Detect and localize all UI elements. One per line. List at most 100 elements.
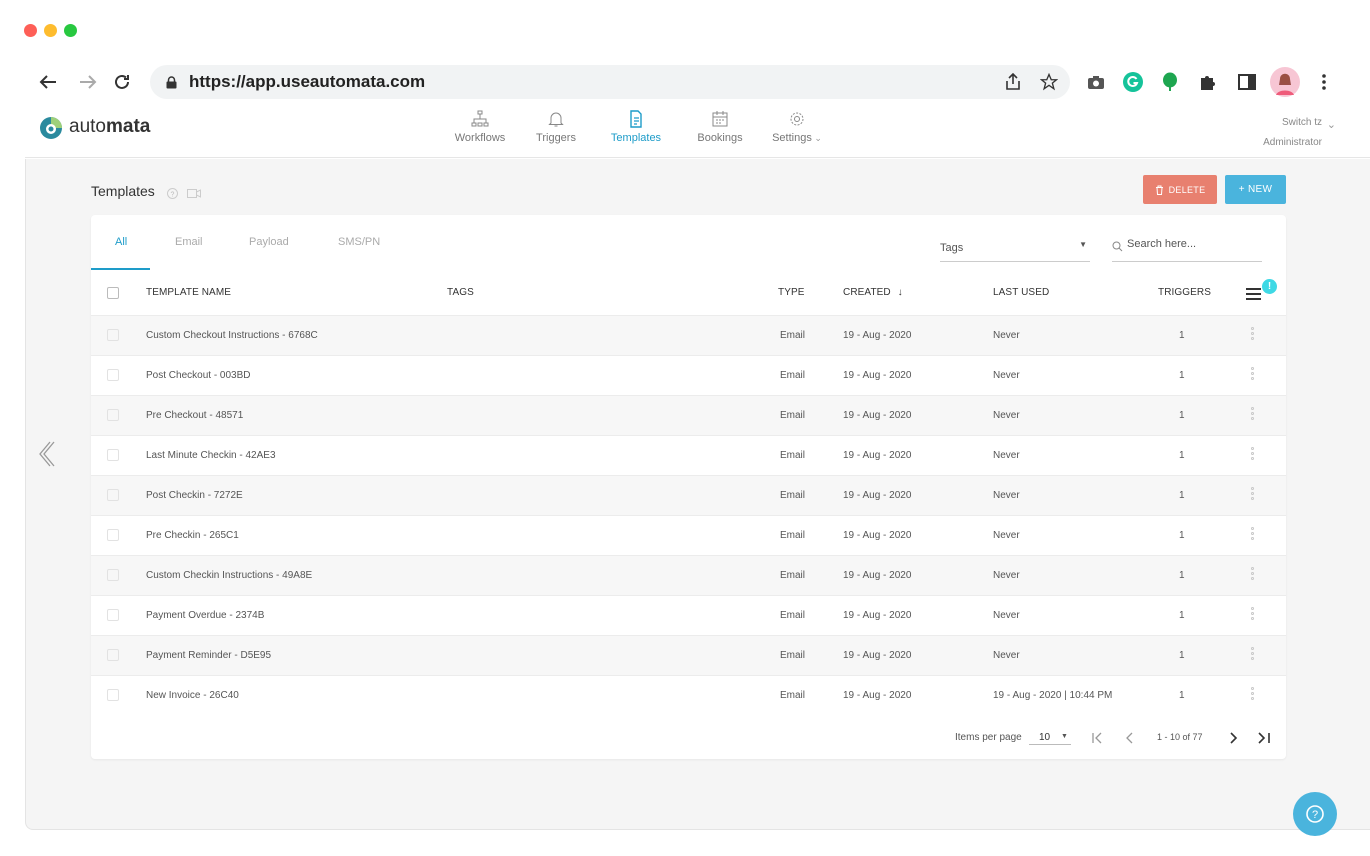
window-close-dot[interactable]	[24, 24, 37, 37]
forward-arrow-icon[interactable]	[76, 70, 100, 94]
header-type[interactable]: TYPE	[778, 287, 805, 298]
row-more-options-icon[interactable]	[1251, 527, 1255, 545]
cell-template-name[interactable]: Pre Checkin - 265C1	[146, 530, 239, 541]
row-more-options-icon[interactable]	[1251, 327, 1255, 345]
row-checkbox[interactable]	[107, 489, 119, 501]
row-checkbox[interactable]	[107, 369, 119, 381]
table-row[interactable]: Custom Checkin Instructions - 49A8E Email…	[91, 555, 1286, 595]
row-more-options-icon[interactable]	[1251, 407, 1255, 425]
page-title: Templates	[91, 183, 155, 199]
tab-payload[interactable]: Payload	[249, 236, 289, 248]
cell-template-name[interactable]: Custom Checkout Instructions - 6768C	[146, 330, 318, 341]
user-switcher[interactable]: Switch tz Administrator	[1263, 113, 1322, 153]
cell-template-name[interactable]: Custom Checkin Instructions - 49A8E	[146, 570, 312, 581]
back-arrow-icon[interactable]	[36, 70, 60, 94]
help-chat-button[interactable]: ?	[1293, 792, 1337, 836]
row-checkbox[interactable]	[107, 689, 119, 701]
user-chevron-down-icon[interactable]: ⌄	[1327, 118, 1336, 131]
header-last-used[interactable]: LAST USED	[993, 287, 1049, 298]
nav-workflows[interactable]: Workflows	[440, 104, 520, 144]
nav-settings[interactable]: Settings ⌄	[757, 104, 837, 144]
nav-bookings[interactable]: Bookings	[680, 104, 760, 144]
table-row[interactable]: Last Minute Checkin - 42AE3 Email 19 - Aug…	[91, 435, 1286, 475]
items-per-page-select[interactable]: 10 ▼	[1029, 727, 1071, 745]
nav-triggers[interactable]: Triggers	[516, 104, 596, 144]
video-camera-icon[interactable]	[187, 186, 201, 198]
table-row[interactable]: Payment Overdue - 2374B Email 19 - Aug - 2…	[91, 595, 1286, 635]
row-more-options-icon[interactable]	[1251, 567, 1255, 585]
row-checkbox[interactable]	[107, 609, 119, 621]
previous-page-icon[interactable]	[1124, 731, 1136, 744]
chrome-menu-icon[interactable]	[1314, 71, 1334, 93]
cell-template-name[interactable]: Post Checkout - 003BD	[146, 370, 251, 381]
row-more-options-icon[interactable]	[1251, 447, 1255, 465]
header-template-name[interactable]: TEMPLATE NAME	[146, 287, 231, 298]
table-row[interactable]: Pre Checkout - 48571 Email 19 - Aug - 2020…	[91, 395, 1286, 435]
document-icon	[626, 110, 646, 128]
table-row[interactable]: Post Checkout - 003BD Email 19 - Aug - 202…	[91, 355, 1286, 395]
side-panel-icon[interactable]	[1236, 71, 1258, 93]
tags-select[interactable]: Tags ▼	[940, 238, 1090, 262]
grammarly-icon[interactable]	[1122, 71, 1144, 93]
address-bar[interactable]: https://app.useautomata.com	[150, 65, 1070, 99]
new-button[interactable]: + NEW	[1225, 175, 1286, 204]
window-minimize-dot[interactable]	[44, 24, 57, 37]
row-more-options-icon[interactable]	[1251, 647, 1255, 665]
cell-template-name[interactable]: Payment Overdue - 2374B	[146, 610, 264, 621]
table-row[interactable]: Custom Checkout Instructions - 6768C Emai…	[91, 315, 1286, 355]
window-zoom-dot[interactable]	[64, 24, 77, 37]
row-checkbox[interactable]	[107, 329, 119, 341]
header-created[interactable]: CREATED ↓	[843, 287, 903, 298]
automata-logo-text[interactable]: automata	[69, 116, 150, 138]
header-triggers[interactable]: TRIGGERS	[1158, 287, 1211, 298]
tab-email[interactable]: Email	[175, 236, 203, 248]
cell-template-name[interactable]: Pre Checkout - 48571	[146, 410, 243, 421]
table-row[interactable]: Payment Reminder - D5E95 Email 19 - Aug - …	[91, 635, 1286, 675]
tab-all[interactable]: All	[115, 236, 127, 248]
row-checkbox[interactable]	[107, 569, 119, 581]
cell-type: Email	[780, 690, 806, 701]
cell-type: Email	[780, 570, 806, 581]
alert-badge[interactable]: !	[1262, 279, 1277, 294]
table-row[interactable]: Pre Checkin - 265C1 Email 19 - Aug - 2020 N…	[91, 515, 1286, 555]
table-row[interactable]: New Invoice - 26C40 Email 19 - Aug - 2020 1…	[91, 675, 1286, 715]
cell-template-name[interactable]: New Invoice - 26C40	[146, 690, 239, 701]
help-circle-icon[interactable]: ?	[167, 186, 178, 199]
collapse-sidebar-chevron-icon[interactable]	[36, 440, 56, 468]
column-menu-icon[interactable]	[1246, 287, 1261, 300]
automata-logo-icon[interactable]	[39, 116, 63, 140]
row-checkbox[interactable]	[107, 649, 119, 661]
row-checkbox[interactable]	[107, 529, 119, 541]
search-input[interactable]: Search here...	[1127, 238, 1196, 250]
cell-last-used: Never	[993, 410, 1020, 421]
camera-extension-icon[interactable]	[1086, 72, 1106, 92]
profile-avatar[interactable]	[1269, 66, 1301, 98]
first-page-icon[interactable]	[1092, 731, 1104, 744]
share-icon[interactable]	[1003, 71, 1023, 93]
row-checkbox[interactable]	[107, 449, 119, 461]
extensions-puzzle-icon[interactable]	[1197, 71, 1219, 93]
row-more-options-icon[interactable]	[1251, 687, 1255, 705]
tab-sms-pn[interactable]: SMS/PN	[338, 236, 380, 248]
row-more-options-icon[interactable]	[1251, 487, 1255, 505]
nav-settings-label: Settings	[772, 132, 812, 144]
nav-templates[interactable]: Templates	[596, 104, 676, 144]
row-more-options-icon[interactable]	[1251, 367, 1255, 385]
cell-template-name[interactable]: Payment Reminder - D5E95	[146, 650, 271, 661]
bookmark-star-icon[interactable]	[1038, 71, 1060, 93]
reload-icon[interactable]	[110, 70, 134, 94]
delete-button-label: DELETE	[1168, 184, 1206, 195]
table-row[interactable]: Post Checkin - 7272E Email 19 - Aug - 2020…	[91, 475, 1286, 515]
next-page-icon[interactable]	[1227, 731, 1239, 744]
row-checkbox[interactable]	[107, 409, 119, 421]
evernote-leaf-icon[interactable]	[1160, 71, 1180, 93]
row-more-options-icon[interactable]	[1251, 607, 1255, 625]
delete-button[interactable]: DELETE	[1143, 175, 1217, 204]
cell-template-name[interactable]: Post Checkin - 7272E	[146, 490, 243, 501]
cell-template-name[interactable]: Last Minute Checkin - 42AE3	[146, 450, 276, 461]
last-page-icon[interactable]	[1257, 731, 1271, 744]
page-range-text: 1 - 10 of 77	[1157, 732, 1203, 742]
cell-last-used: Never	[993, 530, 1020, 541]
select-all-checkbox[interactable]	[107, 287, 119, 299]
search-field[interactable]: Search here...	[1112, 238, 1262, 262]
